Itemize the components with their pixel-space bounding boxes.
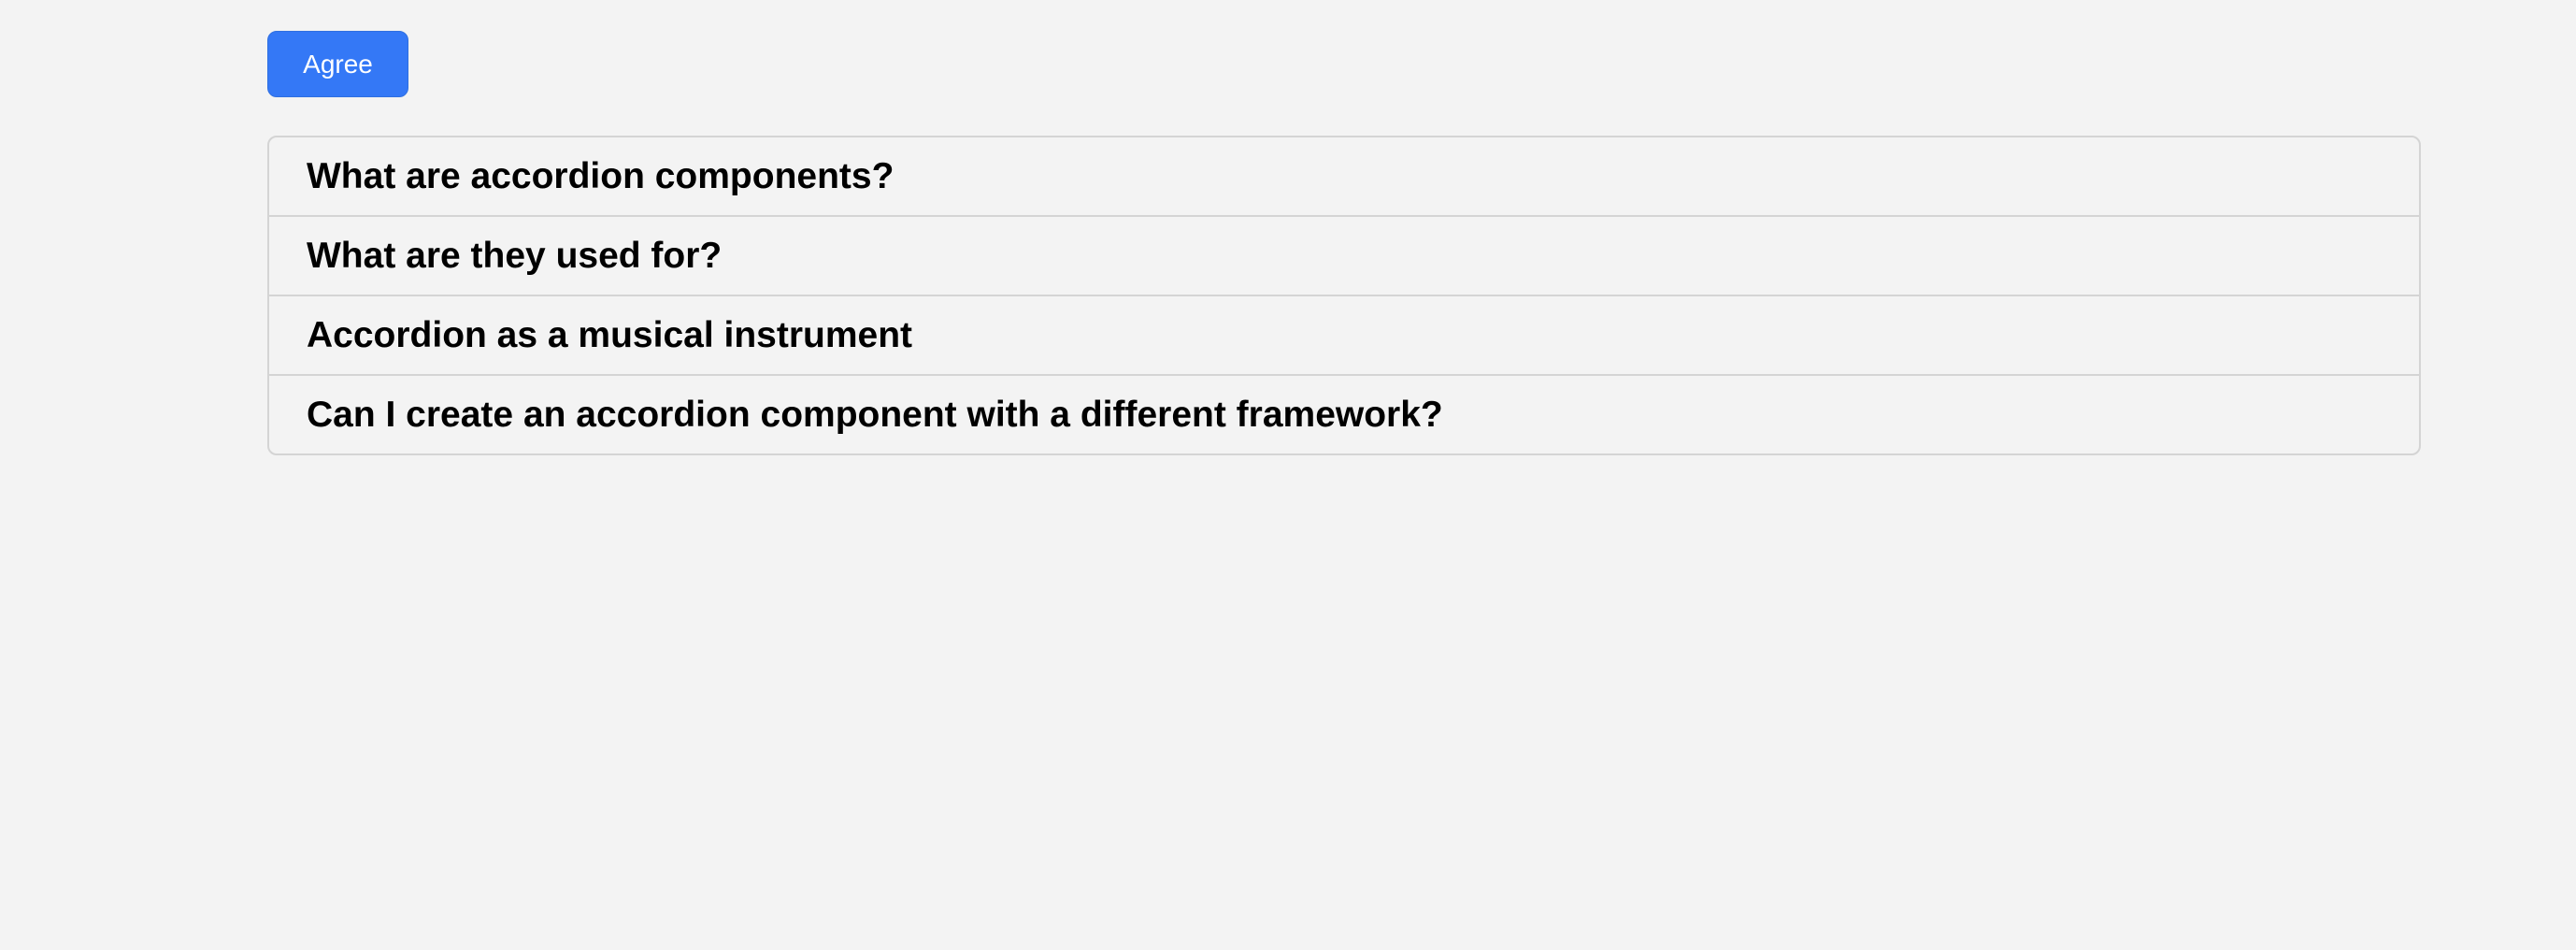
accordion-item-different-framework[interactable]: Can I create an accordion component with… (269, 376, 2419, 453)
accordion-item-label: What are they used for? (307, 236, 723, 276)
agree-button[interactable]: Agree (267, 31, 408, 97)
accordion: What are accordion components? What are … (267, 136, 2421, 455)
accordion-item-label: What are accordion components? (307, 156, 894, 196)
accordion-item-used-for[interactable]: What are they used for? (269, 217, 2419, 296)
accordion-item-musical-instrument[interactable]: Accordion as a musical instrument (269, 296, 2419, 376)
accordion-item-accordion-components[interactable]: What are accordion components? (269, 137, 2419, 217)
accordion-item-label: Accordion as a musical instrument (307, 315, 913, 355)
page: Agree What are accordion components? Wha… (0, 0, 2576, 950)
accordion-item-label: Can I create an accordion component with… (307, 395, 1443, 435)
